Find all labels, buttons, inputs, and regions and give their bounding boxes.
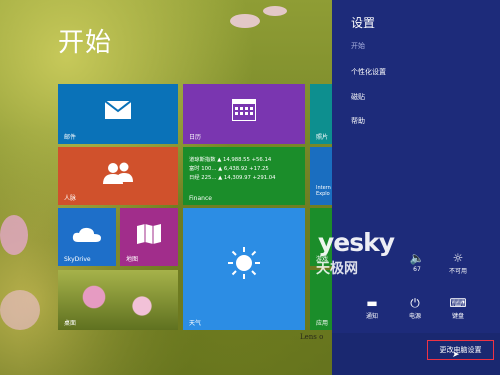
tile-label: Finance [189, 195, 212, 202]
tile-mail[interactable]: 邮件 [58, 84, 178, 144]
quick-label: 不可用 [448, 268, 467, 275]
finance-row: 道琼斯指数 ▲ 14,988.55 +56.14 [189, 157, 272, 163]
map-icon [137, 223, 161, 244]
tile-label: 桌面 [64, 320, 77, 327]
power-icon: ⏻ [410, 296, 420, 310]
tile-label: 日历 [189, 134, 202, 141]
link-tiles[interactable]: 磁贴 [351, 92, 365, 102]
sun-icon [228, 246, 260, 279]
watermark-lens: Lens o [300, 333, 324, 341]
keyboard-icon: ⌨ [449, 296, 467, 310]
tile-label: SkyDrive [64, 256, 91, 263]
link-help[interactable]: 帮助 [351, 116, 365, 126]
tile-label: Intern Explo [316, 185, 331, 197]
finance-row: 富时 100... ▲ 6,438.92 +17.25 [189, 166, 269, 172]
start-screen: 开始 邮件 日历 照片 人脉 道琼斯指数 ▲ 14,988.55 +56.14 … [0, 0, 332, 375]
tile-weather[interactable]: 天气 [183, 208, 305, 330]
tile-label: 照片 [316, 134, 329, 141]
tile-label: 人脉 [64, 195, 77, 202]
link-personalize[interactable]: 个性化设置 [351, 67, 386, 77]
charm-title: 设置 [351, 16, 376, 30]
settings-charm: 设置 开始 个性化设置 磁贴 帮助 🔈 67 ☼ 不可用 ▬ 通知 ⏻ 电源 ⌨… [332, 0, 500, 375]
quick-notifications[interactable]: ▬ 通知 [352, 295, 392, 320]
tile-label: 邮件 [64, 134, 77, 141]
tile-calendar[interactable]: 日历 [183, 84, 305, 144]
calendar-icon [232, 99, 256, 122]
quick-power[interactable]: ⏻ 电源 [395, 295, 435, 320]
brightness-icon: ☼ [452, 251, 464, 265]
wallpaper-flower [230, 14, 260, 28]
tile-desktop[interactable]: 桌面 [58, 270, 178, 330]
wallpaper-flower [0, 215, 28, 255]
wallpaper-flower [0, 290, 40, 330]
quick-keyboard[interactable]: ⌨ 键盘 [438, 295, 478, 320]
finance-quotes: 道琼斯指数 ▲ 14,988.55 +56.14 富时 100... ▲ 6,4… [189, 156, 276, 183]
watermark-brand-cn: 天极网 [316, 261, 358, 277]
tile-internet-explorer[interactable]: Intern Explo [310, 147, 332, 205]
quick-label: 通知 [365, 313, 378, 320]
start-title: 开始 [58, 28, 113, 58]
volume-icon: 🔈 [409, 251, 425, 265]
mail-icon [105, 101, 131, 120]
notifications-icon: ▬ [366, 296, 378, 310]
wallpaper-flower [263, 6, 287, 16]
quick-label: 电源 [408, 313, 421, 320]
tile-maps[interactable]: 地图 [120, 208, 178, 266]
tile-people[interactable]: 人脉 [58, 147, 178, 205]
finance-row: 日经 225... ▲ 14,309.97 +291.04 [189, 175, 276, 181]
tile-label: 地图 [126, 256, 139, 263]
tile-app[interactable]: 应用 [310, 270, 332, 330]
tile-label: 天气 [189, 320, 202, 327]
cloud-icon [72, 227, 101, 242]
people-icon [103, 162, 133, 184]
tile-finance[interactable]: 道琼斯指数 ▲ 14,988.55 +56.14 富时 100... ▲ 6,4… [183, 147, 305, 205]
change-pc-settings-button[interactable]: 更改电脑设置 [427, 340, 494, 360]
quick-brightness[interactable]: ☼ 不可用 [438, 250, 478, 275]
quick-label: 键盘 [451, 313, 464, 320]
quick-label: 67 [413, 266, 421, 273]
charm-subtitle: 开始 [351, 42, 365, 50]
tile-label: 应用 [316, 320, 329, 327]
watermark-brand: yesky [318, 228, 395, 257]
tile-photos[interactable]: 照片 [310, 84, 332, 144]
tile-skydrive[interactable]: SkyDrive [58, 208, 116, 266]
quick-volume[interactable]: 🔈 67 [397, 250, 437, 273]
mouse-cursor-icon: ➤ [452, 350, 460, 360]
